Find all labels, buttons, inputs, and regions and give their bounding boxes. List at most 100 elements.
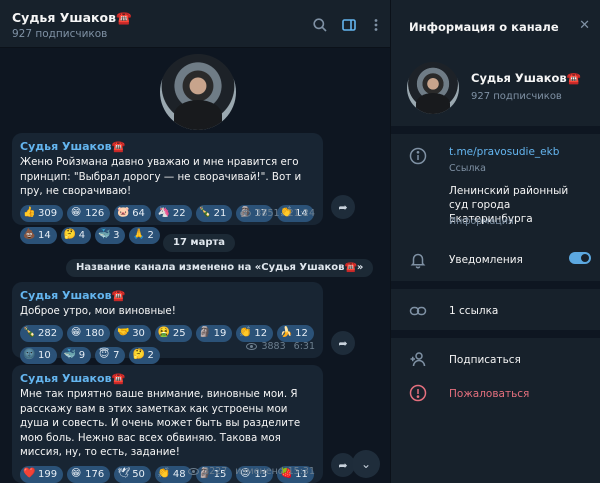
message-bubble[interactable]: Судья Ушаков☎️ Мне так приятно ваше вним… — [12, 365, 323, 483]
telegram-app: Судья Ушаков☎️ 927 подписчиков Судья Уша… — [0, 0, 600, 483]
channel-link-label: Ссылка — [449, 163, 486, 174]
reaction-emoji-icon: 😇 — [98, 349, 110, 360]
reaction-count: 180 — [85, 327, 105, 339]
reaction-emoji-icon: 🐳 — [63, 349, 77, 360]
report-icon — [409, 384, 427, 402]
reaction-count: 22 — [172, 207, 186, 219]
reaction-count: 12 — [254, 327, 268, 339]
reaction-emoji-icon: 🍾 — [198, 207, 212, 218]
reaction-emoji-icon: 🤮 — [157, 327, 171, 338]
channel-link[interactable]: t.me/pravosudie_ekb — [449, 145, 559, 159]
reaction-chip[interactable]: 🌚 10 — [20, 346, 57, 364]
views-icon — [188, 468, 200, 475]
reaction-chip[interactable]: 🍾 282 — [20, 324, 64, 342]
reaction-chip[interactable]: 🗿 19 — [195, 324, 233, 342]
more-icon[interactable] — [368, 17, 384, 33]
reaction-chip[interactable]: 😇 7 — [95, 346, 126, 364]
reaction-chip[interactable]: 🍾 21 — [195, 204, 233, 222]
message-feed[interactable]: Судья Ушаков☎️ Женю Ройзмана давно уважа… — [0, 48, 390, 483]
info-icon — [409, 147, 427, 165]
channel-description-label: Информация — [449, 216, 514, 227]
reaction-chip[interactable]: 😁 176 — [67, 465, 111, 483]
reaction-chip[interactable]: 🤔 4 — [60, 226, 92, 244]
reaction-chip[interactable]: ❤️ 199 — [20, 465, 64, 483]
chat-header[interactable]: Судья Ушаков☎️ 927 подписчиков — [0, 0, 390, 48]
reaction-emoji-icon: 🍌 — [280, 327, 293, 338]
reaction-emoji-icon: 🐳 — [98, 229, 111, 240]
reaction-count: 14 — [38, 229, 51, 241]
reaction-count: 21 — [213, 207, 227, 219]
message-time: 15:31 — [287, 466, 315, 477]
report-button[interactable]: Пожаловаться — [449, 387, 529, 401]
reaction-count: 2 — [147, 229, 154, 241]
reaction-emoji-icon: 💩 — [23, 229, 36, 240]
message-bubble[interactable]: Судья Ушаков☎️ Женю Ройзмана давно уважа… — [12, 133, 323, 244]
bell-icon — [409, 251, 427, 269]
reaction-chip[interactable]: 🤔 2 — [129, 346, 160, 364]
reaction-chip[interactable]: 🐳 9 — [60, 346, 92, 364]
edited-label: изменено — [235, 466, 284, 477]
close-icon[interactable]: ✕ — [579, 18, 590, 33]
reaction-count: 25 — [172, 327, 186, 339]
shared-links-item[interactable]: 1 ссылка — [449, 304, 498, 318]
reaction-count: 50 — [132, 468, 145, 480]
message-text: Доброе утро, мои виновные! — [20, 305, 176, 317]
message-author[interactable]: Судья Ушаков☎️ — [20, 371, 315, 386]
reaction-chip[interactable]: 😁 180 — [67, 324, 111, 342]
search-icon[interactable] — [312, 17, 328, 33]
reaction-count: 10 — [38, 349, 51, 361]
reaction-emoji-icon: 👏 — [157, 468, 171, 479]
chat-title[interactable]: Судья Ушаков☎️ — [12, 10, 132, 26]
subscribe-button[interactable]: Подписаться — [449, 353, 521, 367]
message-meta: 3227 изменено 15:31 — [188, 466, 315, 477]
reaction-emoji-icon: 🤔 — [132, 349, 145, 360]
message-text: Женю Ройзмана давно уважаю и мне нравитс… — [20, 156, 302, 197]
reaction-emoji-icon: 👏 — [239, 327, 252, 338]
reaction-chip[interactable]: 🕊 50 — [114, 465, 151, 483]
divider — [391, 281, 600, 289]
reaction-count: 3 — [113, 229, 120, 241]
reaction-emoji-icon: ❤️ — [23, 468, 36, 479]
reaction-chip[interactable]: 💩 14 — [20, 226, 57, 244]
reaction-count: 30 — [132, 327, 145, 339]
message-author[interactable]: Судья Ушаков☎️ — [20, 139, 315, 154]
reaction-count: 126 — [85, 207, 105, 219]
message-bubble[interactable]: Судья Ушаков☎️ Доброе утро, мои виновные… — [12, 282, 323, 364]
reaction-chip[interactable]: 🤮 25 — [154, 324, 192, 342]
info-panel-title: Информация о канале — [409, 20, 559, 34]
notifications-toggle[interactable] — [569, 252, 591, 264]
reaction-chip[interactable]: 🤝 30 — [114, 324, 151, 342]
reaction-emoji-icon: 😁 — [70, 207, 82, 218]
chat-subscriber-count: 927 подписчиков — [12, 28, 108, 40]
message-time: 6:31 — [293, 341, 315, 352]
message-time: 21:24 — [287, 208, 315, 219]
info-avatar[interactable] — [407, 62, 459, 114]
divider — [391, 330, 600, 338]
reaction-emoji-icon: 🤔 — [63, 229, 77, 240]
reaction-chip[interactable]: 👍 309 — [20, 204, 64, 222]
message-author[interactable]: Судья Ушаков☎️ — [20, 288, 315, 303]
reaction-chip[interactable]: 👏 48 — [154, 465, 192, 483]
service-message: Название канала изменено на «Судья Ушако… — [66, 259, 374, 277]
reaction-count: 48 — [172, 468, 186, 480]
scroll-down-button[interactable]: ⌄ — [352, 450, 380, 478]
notifications-label: Уведомления — [449, 254, 523, 266]
channel-avatar — [160, 54, 236, 130]
reaction-chip[interactable]: 🙏 2 — [129, 226, 160, 244]
reaction-emoji-icon: 👍 — [23, 207, 36, 218]
add-user-icon — [409, 350, 427, 368]
message-text: Мне так приятно ваше внимание, виновные … — [20, 388, 301, 458]
divider — [391, 126, 600, 134]
reaction-count: 176 — [85, 468, 105, 480]
reaction-chip[interactable]: 🐳 3 — [95, 226, 126, 244]
reaction-chip[interactable]: 🐷 64 — [114, 204, 151, 222]
share-icon[interactable]: ➦ — [331, 331, 355, 355]
share-icon[interactable]: ➦ — [331, 195, 355, 219]
reaction-chip[interactable]: 👏 12 — [236, 324, 274, 342]
reaction-emoji-icon: 😁 — [70, 327, 82, 338]
reaction-chip[interactable]: 🦄 22 — [154, 204, 192, 222]
reaction-chip[interactable]: 🍌 12 — [277, 324, 314, 342]
date-separator: 17 марта — [163, 234, 236, 252]
reaction-chip[interactable]: 😁 126 — [67, 204, 111, 222]
sidebar-toggle-icon[interactable] — [341, 17, 357, 33]
